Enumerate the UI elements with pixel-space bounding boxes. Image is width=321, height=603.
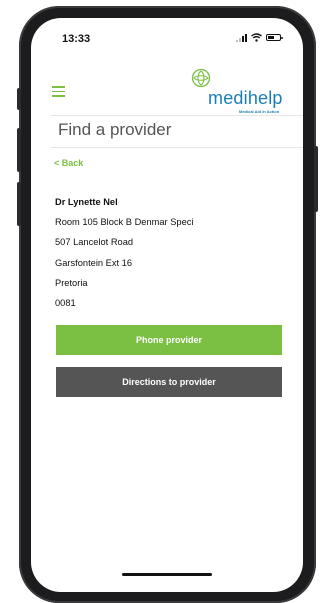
back-link[interactable]: < Back — [54, 158, 83, 168]
page-title: Find a provider — [58, 120, 172, 139]
signal-icon — [236, 33, 247, 42]
logo-text: medihelp — [208, 88, 283, 108]
medihelp-logo: medihelp Medical Aid in Action — [191, 68, 291, 116]
volume-up-button — [17, 128, 21, 172]
provider-name: Dr Lynette Nel — [55, 197, 118, 207]
home-indicator[interactable] — [122, 573, 212, 576]
screen: 13:33 medihelp Medical Aid in Action Fin… — [31, 18, 303, 592]
address-line: Garsfontein Ext 16 — [55, 257, 132, 268]
status-time: 13:33 — [62, 33, 91, 45]
address-line: Room 105 Block B Denmar Speci — [55, 217, 194, 228]
wifi-icon — [251, 33, 262, 42]
status-bar: 13:33 — [31, 18, 303, 58]
directions-label: Directions to provider — [122, 377, 216, 387]
provider-details: Dr Lynette Nel Room 105 Block B Denmar S… — [55, 192, 193, 313]
phone-provider-button[interactable]: Phone provider — [56, 325, 282, 355]
address-line: 0081 — [55, 298, 76, 309]
title-divider — [51, 147, 303, 148]
address-line: 507 Lancelot Road — [55, 237, 134, 248]
directions-button[interactable]: Directions to provider — [56, 367, 282, 397]
address-line: Pretoria — [55, 277, 88, 288]
battery-icon — [266, 34, 283, 41]
power-button — [314, 146, 318, 212]
logo-tagline: Medical Aid in Action — [239, 109, 280, 114]
medihelp-logo-icon — [191, 68, 211, 88]
phone-provider-label: Phone provider — [135, 335, 202, 345]
mute-switch — [17, 88, 21, 110]
volume-down-button — [17, 182, 21, 226]
app-header: medihelp Medical Aid in Action — [31, 60, 303, 116]
header-divider — [51, 115, 303, 116]
status-icons — [236, 33, 283, 42]
menu-icon[interactable] — [52, 86, 65, 100]
